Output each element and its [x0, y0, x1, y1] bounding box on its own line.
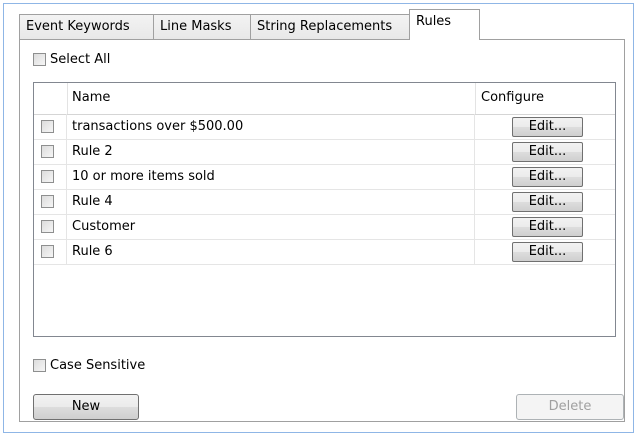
- edit-button[interactable]: Edit...: [512, 217, 583, 237]
- table-row: 10 or more items sold Edit...: [34, 164, 615, 190]
- rule-name[interactable]: transactions over $500.00: [68, 114, 475, 139]
- edit-button[interactable]: Edit...: [512, 117, 583, 137]
- rules-dialog: Event Keywords Line Masks String Replace…: [0, 0, 637, 435]
- header-divider: [67, 83, 68, 114]
- table-row: Customer Edit...: [34, 214, 615, 240]
- tab-line-masks[interactable]: Line Masks: [153, 14, 251, 39]
- row-checkbox[interactable]: [41, 245, 54, 258]
- rule-name[interactable]: Customer: [68, 214, 475, 239]
- table-row: Rule 2 Edit...: [34, 139, 615, 165]
- row-checkbox-cell: [34, 189, 67, 214]
- case-sensitive-checkbox[interactable]: Case Sensitive: [33, 358, 145, 373]
- rule-name[interactable]: Rule 2: [68, 139, 475, 164]
- edit-button[interactable]: Edit...: [512, 242, 583, 262]
- row-checkbox-cell: [34, 214, 67, 239]
- row-checkbox-cell: [34, 239, 67, 264]
- row-checkbox[interactable]: [41, 195, 54, 208]
- case-sensitive-box[interactable]: [33, 359, 46, 372]
- tab-string-replacements[interactable]: String Replacements: [250, 14, 410, 39]
- rule-name[interactable]: Rule 4: [68, 189, 475, 214]
- row-checkbox-cell: [34, 139, 67, 164]
- delete-button[interactable]: Delete: [516, 394, 624, 420]
- select-all-label: Select All: [50, 52, 111, 67]
- rule-name[interactable]: 10 or more items sold: [68, 164, 475, 189]
- column-header-configure[interactable]: Configure: [481, 90, 544, 105]
- select-all-box[interactable]: [33, 53, 46, 66]
- tab-rules[interactable]: Rules: [409, 9, 480, 40]
- row-checkbox[interactable]: [41, 170, 54, 183]
- table-row: Rule 6 Edit...: [34, 239, 615, 265]
- table-row: Rule 4 Edit...: [34, 189, 615, 215]
- rule-name[interactable]: Rule 6: [68, 239, 475, 264]
- row-checkbox[interactable]: [41, 120, 54, 133]
- column-header-name[interactable]: Name: [72, 90, 110, 105]
- edit-button[interactable]: Edit...: [512, 167, 583, 187]
- rules-list[interactable]: Name Configure transactions over $500.00…: [33, 82, 616, 337]
- header-divider: [475, 83, 476, 114]
- list-header: Name Configure: [34, 83, 615, 115]
- select-all-checkbox[interactable]: Select All: [33, 52, 110, 67]
- row-checkbox[interactable]: [41, 145, 54, 158]
- row-checkbox-cell: [34, 114, 67, 139]
- tab-event-keywords[interactable]: Event Keywords: [19, 14, 154, 39]
- table-row: transactions over $500.00 Edit...: [34, 114, 615, 140]
- case-sensitive-label: Case Sensitive: [50, 358, 146, 373]
- row-checkbox-cell: [34, 164, 67, 189]
- row-checkbox[interactable]: [41, 220, 54, 233]
- edit-button[interactable]: Edit...: [512, 142, 583, 162]
- new-button[interactable]: New: [33, 394, 139, 420]
- edit-button[interactable]: Edit...: [512, 192, 583, 212]
